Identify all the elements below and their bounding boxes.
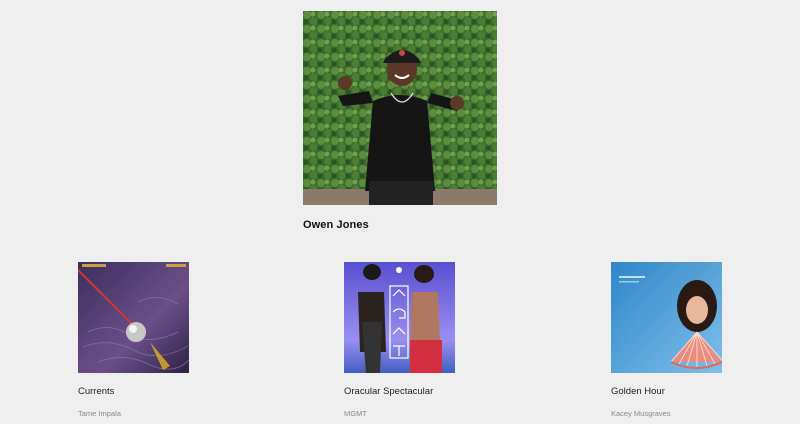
album-artist[interactable]: Kacey Musgraves — [611, 409, 671, 418]
album-card[interactable]: Oracular Spectacular MGMT — [344, 262, 494, 418]
album-cover-currents-icon — [78, 262, 189, 373]
album-cover[interactable] — [78, 262, 189, 373]
person-photo-icon — [303, 11, 497, 205]
profile-photo — [303, 11, 497, 205]
album-card[interactable]: Currents Tame Impala — [78, 262, 228, 418]
album-title[interactable]: Currents — [78, 386, 114, 397]
album-cover[interactable] — [344, 262, 455, 373]
album-artist[interactable]: MGMT — [344, 409, 367, 418]
album-title[interactable]: Golden Hour — [611, 386, 665, 397]
album-cover[interactable] — [611, 262, 722, 373]
album-cover-oracular-icon — [344, 262, 455, 373]
profile-name: Owen Jones — [303, 219, 369, 231]
album-artist[interactable]: Tame Impala — [78, 409, 121, 418]
album-cover-golden-hour-icon — [611, 262, 722, 373]
album-title[interactable]: Oracular Spectacular — [344, 386, 433, 397]
album-card[interactable]: Golden Hour Kacey Musgraves — [611, 262, 761, 418]
